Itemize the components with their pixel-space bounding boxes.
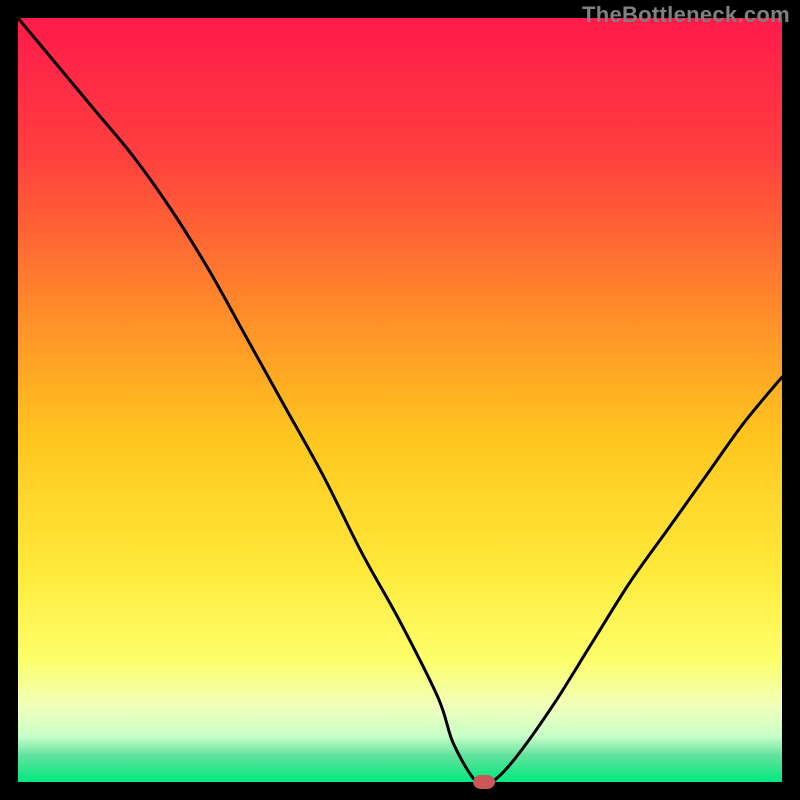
watermark-text: TheBottleneck.com xyxy=(582,2,790,28)
bottleneck-chart xyxy=(0,0,800,800)
chart-frame: TheBottleneck.com xyxy=(0,0,800,800)
optimal-point-marker xyxy=(473,775,495,789)
plot-background xyxy=(18,18,782,782)
